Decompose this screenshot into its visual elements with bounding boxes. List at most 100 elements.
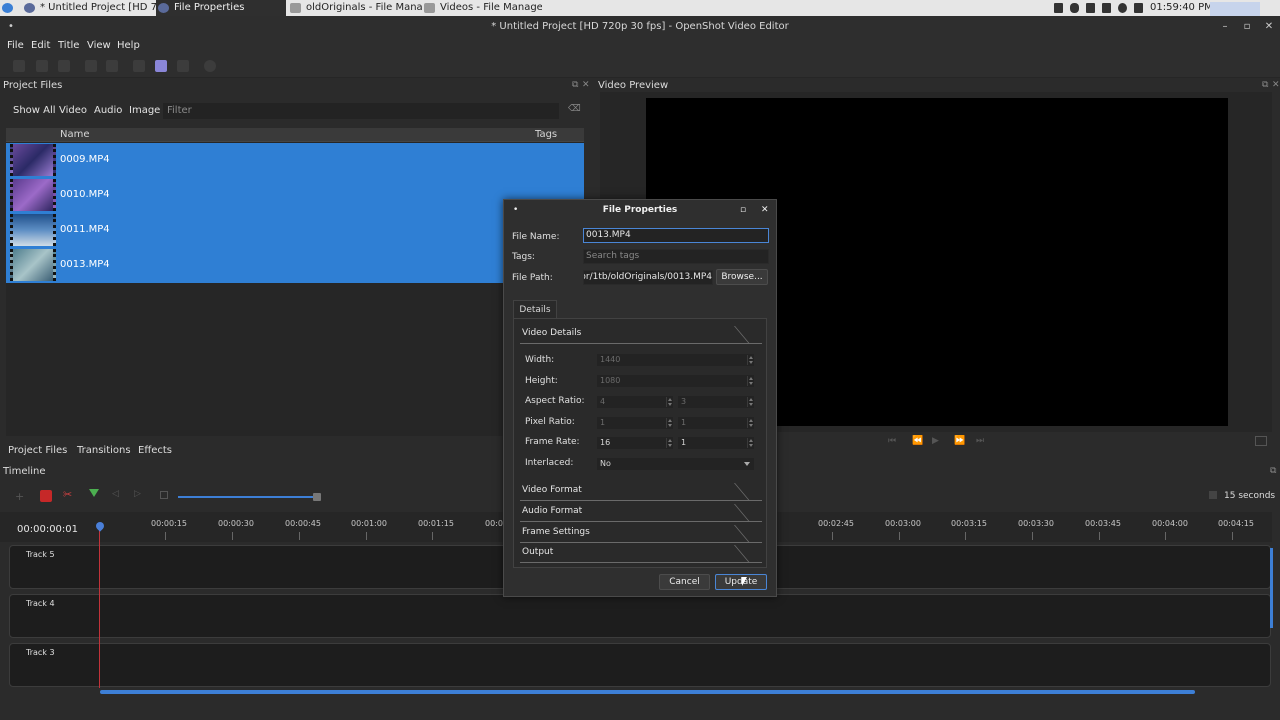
spin-arrows-icon[interactable] [747, 397, 753, 407]
display-icon[interactable] [1086, 3, 1095, 13]
rewind-icon[interactable]: ⏪ [912, 436, 923, 446]
panel-close-icon[interactable]: ✕ [1272, 80, 1280, 90]
panel-float-icon[interactable]: ⧉ [1270, 466, 1276, 476]
fullscreen-preview-icon[interactable] [1255, 436, 1267, 446]
jump-start-icon[interactable]: ⏮ [888, 436, 896, 446]
previous-marker-icon[interactable]: ◁ [112, 489, 119, 499]
profile-icon[interactable] [155, 60, 167, 72]
export-icon[interactable] [204, 60, 216, 72]
timeline-track[interactable]: Track 4 [9, 594, 1271, 638]
taskbar-item-openshot[interactable]: * Untitled Project [HD 720... [22, 0, 156, 16]
playhead-line[interactable] [99, 528, 100, 688]
dialog-menu-icon[interactable]: • [513, 200, 518, 220]
column-name-header[interactable]: Name [60, 129, 90, 140]
save-project-icon[interactable] [58, 60, 70, 72]
cancel-button[interactable]: Cancel [659, 574, 710, 590]
spin-arrows-icon[interactable] [747, 438, 753, 448]
clipboard-icon[interactable] [1054, 3, 1063, 13]
spin-arrows-icon[interactable] [747, 376, 753, 386]
tab-effects[interactable]: Effects [138, 442, 172, 460]
file-path-field[interactable]: or/1tb/oldOriginals/0013.MP4 [583, 270, 713, 285]
pixel-ratio-num-field[interactable]: 1 [596, 416, 674, 430]
snapping-icon[interactable] [40, 490, 52, 502]
section-video-details[interactable]: Video Details [520, 326, 778, 344]
timeline-horizontal-scrollbar[interactable] [100, 690, 1195, 694]
zoom-slider-handle[interactable] [313, 493, 321, 501]
file-row[interactable]: 0010.MP4 [6, 178, 584, 213]
menu-help[interactable]: Help [117, 38, 140, 54]
menu-title[interactable]: Title [58, 38, 79, 54]
add-marker-icon[interactable] [89, 489, 99, 497]
dialog-maximize-icon[interactable]: ▫ [740, 200, 746, 220]
frame-rate-den-field[interactable]: 1 [677, 436, 755, 450]
filter-input[interactable]: Filter [163, 103, 559, 119]
maximize-icon[interactable]: ▫ [1240, 20, 1254, 34]
timeline-track[interactable]: Track 3 [9, 643, 1271, 687]
section-audio-format[interactable]: Audio Format [520, 504, 778, 522]
taskbar-item-file-manager-videos[interactable]: Videos - File Manager [422, 0, 542, 16]
minimize-icon[interactable]: – [1218, 20, 1232, 34]
import-files-icon[interactable] [133, 60, 145, 72]
spin-arrows-icon[interactable] [666, 397, 672, 407]
volume-icon[interactable] [1134, 3, 1143, 13]
open-project-icon[interactable] [36, 60, 48, 72]
frame-rate-num-field[interactable]: 16 [596, 436, 674, 450]
clear-filter-icon[interactable]: ⌫ [568, 104, 581, 116]
section-frame-settings[interactable]: Frame Settings [520, 525, 778, 543]
app-menu-button[interactable] [0, 0, 20, 16]
file-row[interactable]: 0011.MP4 [6, 213, 584, 248]
jump-end-icon[interactable]: ⏭ [976, 436, 984, 446]
zoom-slider[interactable] [178, 496, 318, 498]
close-icon[interactable]: ✕ [1262, 20, 1276, 34]
bluetooth-icon[interactable] [1070, 3, 1079, 13]
filter-show-all[interactable]: Show All [13, 102, 56, 120]
fast-forward-icon[interactable]: ⏩ [954, 436, 965, 446]
fullscreen-icon[interactable] [177, 60, 189, 72]
timeline-vertical-scrollbar[interactable] [1270, 548, 1273, 628]
aspect-ratio-den-field[interactable]: 3 [677, 395, 755, 409]
panel-close-icon[interactable]: ✕ [582, 80, 590, 90]
spin-arrows-icon[interactable] [747, 355, 753, 365]
pixel-ratio-den-field[interactable]: 1 [677, 416, 755, 430]
width-field[interactable]: 1440 [596, 353, 755, 367]
undo-icon[interactable] [85, 60, 97, 72]
menu-view[interactable]: View [87, 38, 111, 54]
new-project-icon[interactable] [13, 60, 25, 72]
tab-transitions[interactable]: Transitions [77, 442, 131, 460]
panel-float-icon[interactable]: ⧉ [572, 80, 578, 90]
filter-image[interactable]: Image [129, 102, 160, 120]
redo-icon[interactable] [106, 60, 118, 72]
spin-arrows-icon[interactable] [666, 418, 672, 428]
window-menu-icon[interactable]: • [4, 20, 18, 34]
interlaced-select[interactable]: No [596, 457, 755, 471]
panel-float-icon[interactable]: ⧉ [1262, 80, 1268, 90]
section-output[interactable]: Output [520, 545, 778, 563]
tags-search-field[interactable]: Search tags [583, 249, 769, 264]
column-tags-header[interactable]: Tags [535, 129, 557, 140]
play-icon[interactable]: ▶ [932, 436, 939, 446]
razor-icon[interactable]: ✂ [63, 488, 72, 501]
menu-edit[interactable]: Edit [31, 38, 50, 54]
dialog-close-icon[interactable]: ✕ [761, 200, 769, 220]
aspect-ratio-num-field[interactable]: 4 [596, 395, 674, 409]
taskbar-item-file-properties[interactable]: File Properties [156, 0, 286, 16]
add-track-icon[interactable]: + [15, 490, 24, 503]
clock[interactable]: 01:59:40 PM [1150, 0, 1213, 16]
browse-button[interactable]: Browse... [716, 269, 768, 285]
notification-icon[interactable] [1118, 3, 1127, 13]
tab-project-files[interactable]: Project Files [8, 442, 67, 460]
file-row[interactable]: 0009.MP4 [6, 143, 584, 178]
filter-audio[interactable]: Audio [94, 102, 122, 120]
update-button[interactable]: Update [715, 574, 767, 590]
window-icon[interactable] [1102, 3, 1111, 13]
spin-arrows-icon[interactable] [747, 418, 753, 428]
spin-arrows-icon[interactable] [666, 438, 672, 448]
tab-details[interactable]: Details [513, 300, 557, 319]
filter-video[interactable]: Video [59, 102, 87, 120]
center-timeline-icon[interactable] [160, 491, 168, 499]
section-video-format[interactable]: Video Format [520, 483, 778, 501]
file-row[interactable]: 0013.MP4 [6, 248, 584, 283]
taskbar-item-file-manager-oldoriginals[interactable]: oldOriginals - File Manager [288, 0, 422, 16]
next-marker-icon[interactable]: ▷ [134, 489, 141, 499]
file-name-field[interactable]: 0013.MP4 [583, 228, 769, 243]
